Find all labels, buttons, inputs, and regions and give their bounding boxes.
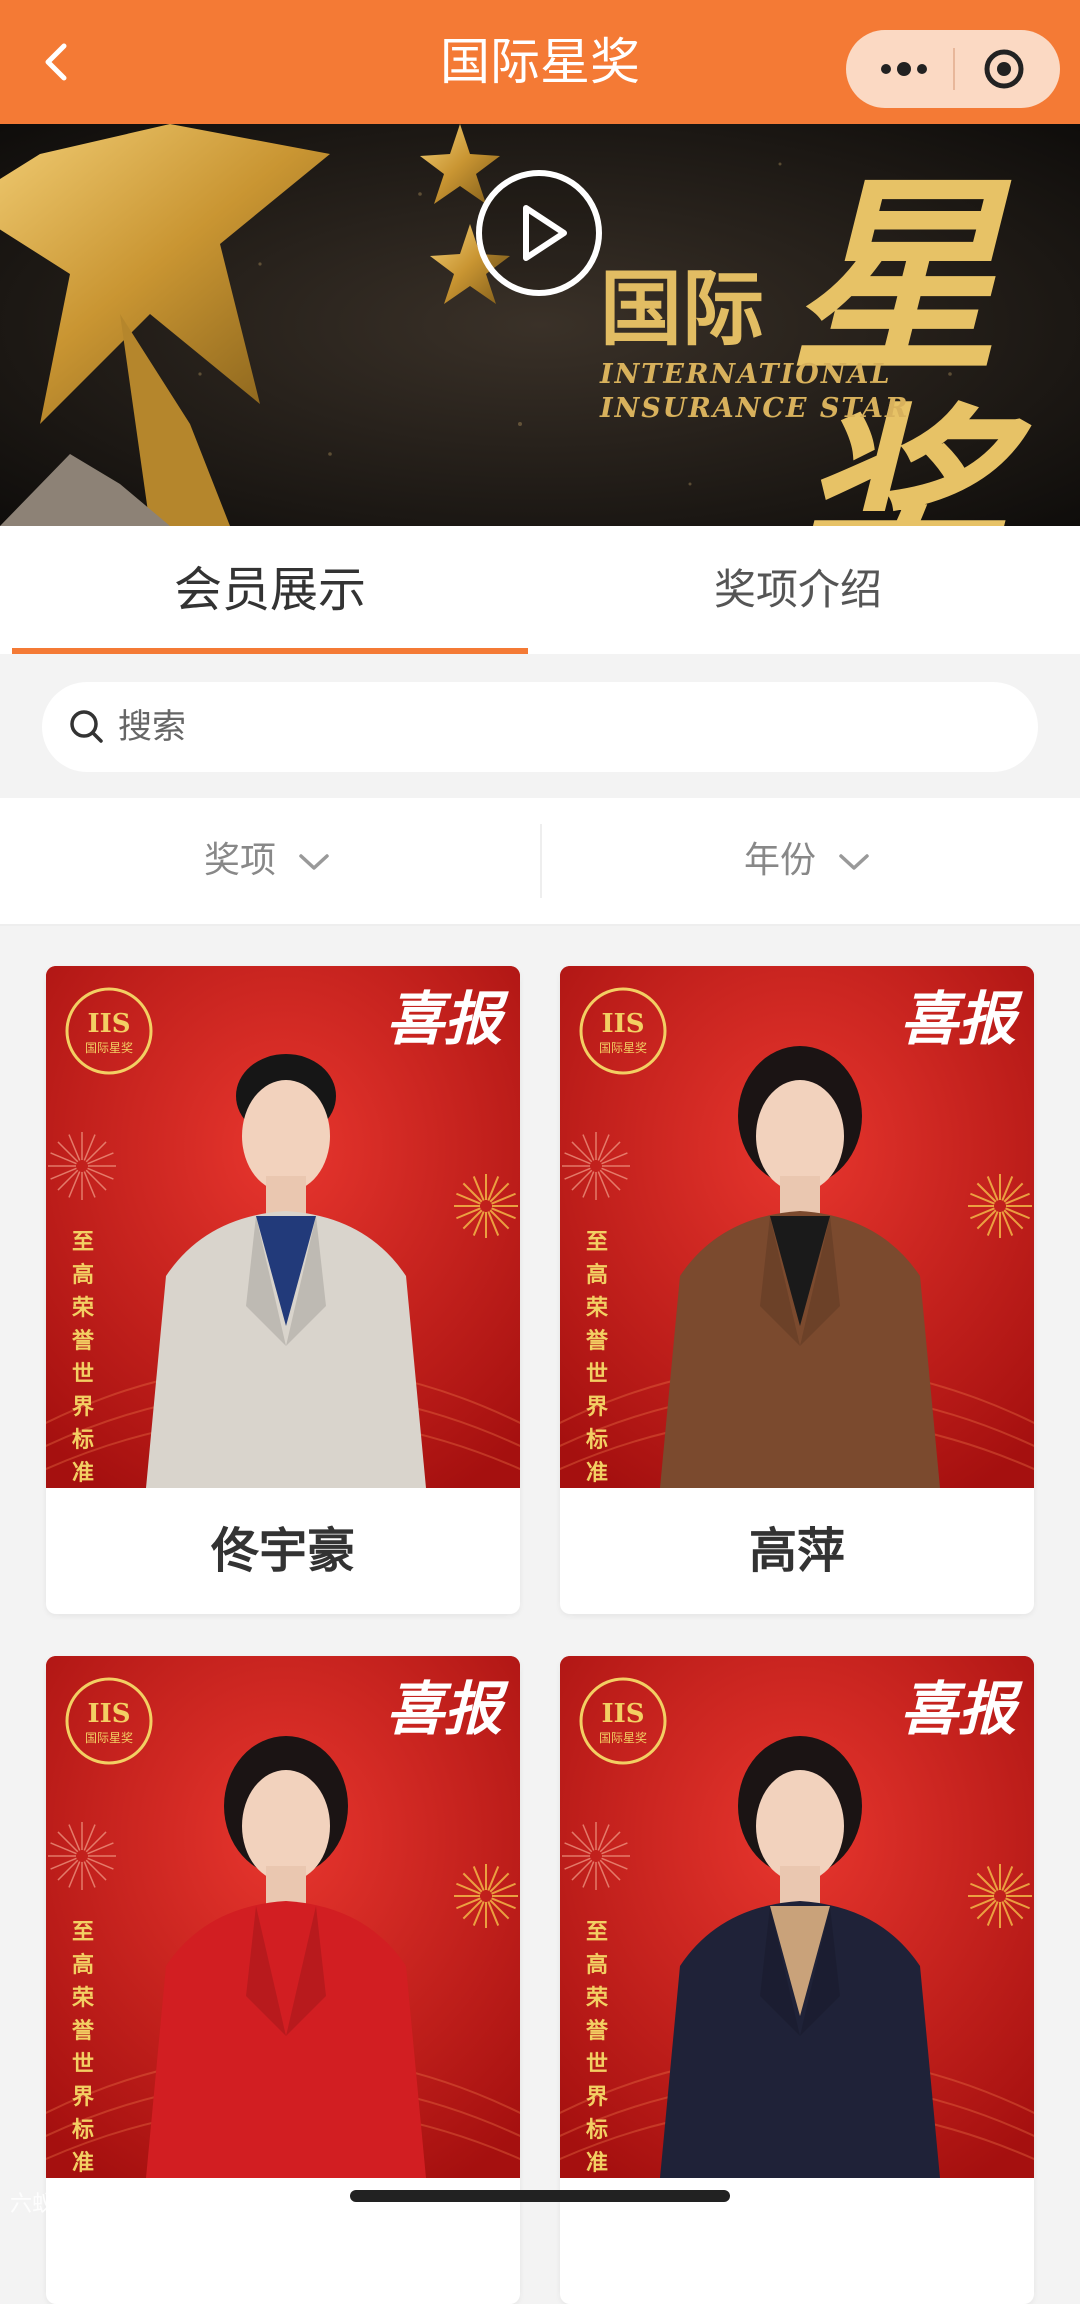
member-poster: IIS 国际星奖 喜报 至高荣誉世界标准 (560, 966, 1034, 1488)
member-poster: IIS 国际星奖 喜报 至高荣誉世界标准 (560, 1656, 1034, 2178)
poster-vertical-text: 至高荣誉世界标准 (585, 1230, 608, 1486)
poster-vertical-text: 至高荣誉世界标准 (71, 1230, 94, 1486)
award-banner[interactable]: 国际 星奖 INTERNATIONAL INSURANCE STAR (0, 124, 1080, 526)
filter-award-label: 奖项 (204, 840, 277, 881)
close-target-icon[interactable] (982, 47, 1026, 91)
search-icon (70, 710, 103, 743)
watermark: 六蚁跨境 (10, 2192, 99, 2217)
filter-divider (540, 824, 542, 898)
member-card[interactable]: IIS 国际星奖 喜报 至高荣誉世界标准 (560, 1656, 1034, 2304)
filter-bar: 奖项 年份 (0, 798, 1080, 926)
member-name: 高萍 (748, 1523, 845, 1579)
member-poster: IIS 国际星奖 喜报 至高荣誉世界标准 (46, 1656, 520, 2178)
filter-year-label: 年份 (744, 840, 817, 881)
svg-text:IIS: IIS (601, 1009, 644, 1039)
home-indicator (350, 2190, 730, 2202)
member-card[interactable]: IIS 国际星奖 喜报 至高荣誉世界标准 (46, 1656, 520, 2304)
mini-program-capsule (846, 30, 1060, 108)
search-section: 搜索 (0, 654, 1080, 798)
capsule-divider (953, 48, 955, 90)
search-input[interactable]: 搜索 (42, 682, 1038, 772)
banner-en-line1: INTERNATIONAL (600, 359, 892, 390)
chevron-down-icon (839, 854, 870, 870)
poster-vertical-text: 至高荣誉世界标准 (71, 1920, 94, 2176)
search-placeholder: 搜索 (118, 707, 186, 747)
member-photo (146, 1054, 426, 1488)
banner-en-line2: INSURANCE STAR (600, 393, 910, 424)
poster-vertical-text: 至高荣誉世界标准 (585, 1920, 608, 2176)
play-video-icon[interactable] (474, 168, 604, 298)
more-dots-icon[interactable] (874, 54, 934, 84)
member-card[interactable]: IIS 国际星奖 喜报 至高荣誉世界标准 高萍 (560, 966, 1034, 1614)
top-navbar: 国际星奖 (0, 0, 1080, 124)
member-photo (146, 1736, 426, 2178)
banner-title-small: 国际 (600, 262, 765, 357)
member-name: 佟宇豪 (210, 1523, 355, 1579)
banner-subtitle-en: INTERNATIONAL INSURANCE STAR (600, 358, 909, 426)
member-poster: IIS 国际星奖 喜报 至高荣誉世界标准 (46, 966, 520, 1488)
tab-member-showcase[interactable]: 会员展示 (12, 526, 528, 654)
filter-award[interactable]: 奖项 (204, 798, 331, 924)
filter-year[interactable]: 年份 (744, 798, 871, 924)
svg-text:IIS: IIS (601, 1699, 644, 1729)
banner-title-big: 星奖 (790, 156, 1001, 527)
tab-award-intro[interactable]: 奖项介绍 (528, 526, 1068, 654)
svg-text:IIS: IIS (87, 1699, 130, 1729)
member-photo (660, 1736, 940, 2178)
tab-bar: 会员展示 奖项介绍 (0, 526, 1080, 654)
chevron-down-icon (299, 854, 330, 870)
member-photo (660, 1046, 940, 1488)
member-card[interactable]: IIS 国际星奖 喜报 至高荣誉世界标准 佟宇豪 (46, 966, 520, 1614)
svg-text:IIS: IIS (87, 1009, 130, 1039)
